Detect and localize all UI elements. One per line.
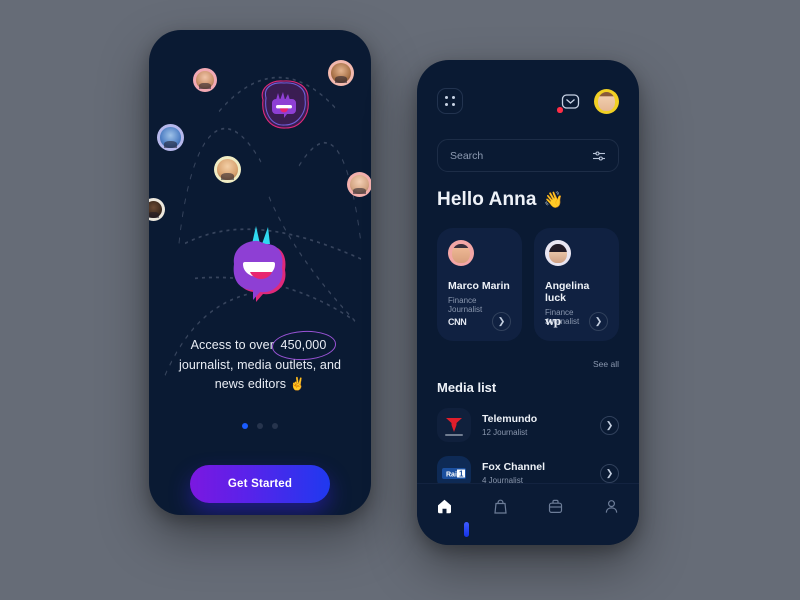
hero-line-2: journalist, media outlets, and xyxy=(178,357,342,372)
card-arrow-button[interactable]: ❯ xyxy=(492,312,511,331)
section-title: Media list xyxy=(437,380,497,395)
tab-home[interactable] xyxy=(417,498,473,515)
avatar xyxy=(545,240,571,266)
home-icon xyxy=(438,499,452,514)
see-all-link[interactable]: See all xyxy=(593,359,619,369)
avatar-node-2 xyxy=(328,60,354,86)
envelope-icon[interactable] xyxy=(557,91,581,113)
media-count: 12 Journalist xyxy=(482,428,528,437)
canvas: Access to over 450,000 journalist, media… xyxy=(0,0,800,600)
highlight-number: 450,000 xyxy=(270,329,337,362)
pagination-dot-2[interactable] xyxy=(257,423,263,429)
avatar-node-4 xyxy=(214,156,241,183)
tab-bag[interactable] xyxy=(473,498,529,515)
avatar-node-3 xyxy=(157,124,184,151)
media-name: Telemundo xyxy=(482,413,538,425)
pagination-dot-1[interactable] xyxy=(242,423,248,429)
bag-icon xyxy=(494,499,507,514)
user-avatar[interactable] xyxy=(594,88,619,114)
grid-dots-icon[interactable] xyxy=(437,88,463,114)
home-indicator xyxy=(464,522,469,537)
app-header xyxy=(437,88,619,114)
briefcase-icon xyxy=(549,499,563,513)
journalist-name: Angelina luck xyxy=(545,280,590,304)
avatar xyxy=(448,240,474,266)
journalist-card[interactable]: Angelina luck Finance Journalist wp ❯ xyxy=(534,228,619,341)
home-phone: Hello Anna 👋 Marco Marin Finance Journal… xyxy=(417,60,639,545)
search-bar[interactable] xyxy=(437,139,619,172)
row-arrow-button[interactable]: ❯ xyxy=(600,463,619,483)
avatar-node-5 xyxy=(347,172,371,197)
onboarding-phone: Access to over 450,000 journalist, media… xyxy=(149,30,371,515)
greeting: Hello Anna 👋 xyxy=(437,189,564,211)
svg-text:1: 1 xyxy=(459,470,464,479)
journalist-cards: Marco Marin Finance Journalist CNN ❯ Ang… xyxy=(437,228,619,341)
bottom-tab-bar xyxy=(417,483,639,545)
search-input[interactable] xyxy=(450,149,592,162)
telemundo-logo xyxy=(437,408,471,442)
list-item[interactable]: Telemundo 12 Journalist ❯ xyxy=(437,404,619,446)
person-icon xyxy=(605,500,617,513)
row-arrow-button[interactable]: ❯ xyxy=(600,415,619,435)
journalist-card[interactable]: Marco Marin Finance Journalist CNN ❯ xyxy=(437,228,522,341)
pagination-dot-3[interactable] xyxy=(272,423,278,429)
tab-briefcase[interactable] xyxy=(528,498,584,515)
hero-line-3: news editors ✌️ xyxy=(214,377,306,391)
card-arrow-button[interactable]: ❯ xyxy=(589,312,608,331)
wave-emoji: 👋 xyxy=(543,192,564,209)
journalist-name: Marco Marin xyxy=(448,280,510,292)
mascot-node-icon xyxy=(253,78,315,132)
media-name: Fox Channel xyxy=(482,461,546,473)
pagination-dots xyxy=(149,423,371,429)
outlet-logo: wp xyxy=(545,315,561,328)
greeting-text: Hello Anna xyxy=(437,189,537,210)
notification-badge xyxy=(557,107,563,113)
mascot-hero-icon xyxy=(225,222,295,306)
outlet-logo: CNN xyxy=(448,316,467,327)
hero-line-1: Access to over 450,000 xyxy=(167,329,353,362)
hero-copy: Access to over 450,000 journalist, media… xyxy=(167,329,353,395)
svg-text:Rai: Rai xyxy=(446,472,457,479)
peace-emoji: ✌️ xyxy=(289,377,306,391)
get-started-button[interactable]: Get Started xyxy=(190,465,330,503)
tab-profile[interactable] xyxy=(584,498,640,515)
hero-line1-before: Access to over xyxy=(190,338,278,352)
avatar-node-1 xyxy=(193,68,217,92)
sliders-icon[interactable] xyxy=(592,149,606,163)
